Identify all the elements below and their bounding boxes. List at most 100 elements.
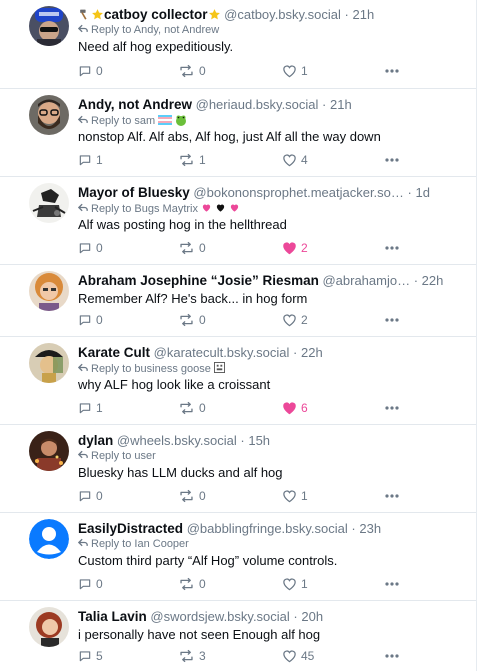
post-header: dylan @wheels.bsky.social · 15h (78, 432, 470, 449)
avatar[interactable] (29, 431, 69, 471)
flag-icon (158, 115, 173, 127)
reply-button[interactable]: 0 (78, 576, 103, 592)
author-name[interactable]: Talia Lavin (78, 609, 147, 624)
repost-icon (178, 649, 195, 663)
post-item[interactable]: catboy collector @catboy.bsky.social · 2… (0, 0, 476, 88)
author-handle[interactable]: @swordsjew.bsky.social (150, 609, 289, 624)
avatar[interactable] (29, 607, 69, 647)
author-name[interactable]: dylan (78, 433, 113, 448)
like-button[interactable]: 45 (282, 648, 314, 664)
post-time[interactable]: 21h (330, 97, 352, 112)
repost-button[interactable]: 1 (178, 152, 206, 168)
reply-context[interactable]: Reply to sam (78, 114, 470, 127)
avatar[interactable] (29, 343, 69, 383)
post-item[interactable]: Talia Lavin @swordsjew.bsky.social · 20h… (0, 600, 476, 671)
author-handle[interactable]: @catboy.bsky.social (224, 7, 341, 22)
like-button[interactable]: 6 (282, 400, 308, 416)
avatar[interactable] (29, 271, 69, 311)
reply-button[interactable]: 0 (78, 488, 103, 504)
more-options-icon[interactable] (384, 576, 400, 592)
avatar[interactable] (29, 6, 69, 46)
separator-dot: · (236, 433, 249, 448)
more-options-icon[interactable] (384, 400, 400, 416)
reply-button[interactable]: 0 (78, 63, 103, 79)
post-header: Talia Lavin @swordsjew.bsky.social · 20h (78, 608, 470, 625)
author-handle[interactable]: @heriaud.bsky.social (196, 97, 319, 112)
like-button-count: 2 (301, 313, 308, 327)
repost-button[interactable]: 3 (178, 648, 206, 664)
separator-dot: · (289, 609, 302, 624)
repost-button[interactable]: 0 (178, 312, 206, 328)
author-name[interactable]: catboy collector (104, 7, 208, 22)
like-button[interactable]: 4 (282, 152, 308, 168)
like-button[interactable]: 2 (282, 240, 308, 256)
author-name[interactable]: Mayor of Bluesky (78, 185, 190, 200)
reply-button-count: 0 (96, 241, 103, 255)
reply-arrow-icon (78, 363, 88, 375)
author-handle[interactable]: @bokononsprophet.meatjacker.so… (193, 185, 403, 200)
author-handle[interactable]: @abrahamjo… (322, 273, 410, 288)
post-time[interactable]: 20h (301, 609, 323, 624)
post-item[interactable]: Mayor of Bluesky @bokononsprophet.meatja… (0, 176, 476, 264)
reply-button[interactable]: 0 (78, 240, 103, 256)
post-time[interactable]: 22h (422, 273, 444, 288)
repost-button[interactable]: 0 (178, 63, 206, 79)
reply-button[interactable]: 0 (78, 312, 103, 328)
author-name[interactable]: Andy, not Andrew (78, 97, 192, 112)
pink-heart-icon (201, 203, 212, 215)
post-item[interactable]: dylan @wheels.bsky.social · 15h Reply to … (0, 424, 476, 512)
reply-button[interactable]: 5 (78, 648, 103, 664)
repost-button[interactable]: 0 (178, 488, 206, 504)
post-item[interactable]: Andy, not Andrew @heriaud.bsky.social · … (0, 88, 476, 176)
reply-arrow-icon (78, 538, 88, 551)
repost-icon (178, 577, 195, 591)
post-time[interactable]: 21h (352, 7, 374, 22)
post-item[interactable]: Karate Cult @karatecult.bsky.social · 22… (0, 336, 476, 424)
author-name[interactable]: Karate Cult (78, 345, 150, 360)
avatar[interactable] (29, 95, 69, 135)
reply-context[interactable]: Reply to Ian Cooper (78, 538, 470, 551)
like-button[interactable]: 1 (282, 576, 308, 592)
avatar[interactable] (29, 519, 69, 559)
repost-button-count: 1 (199, 153, 206, 167)
post-time[interactable]: 23h (359, 521, 381, 536)
more-options-icon[interactable] (384, 312, 400, 328)
post-item[interactable]: Abraham Josephine “Josie” Riesman @abrah… (0, 264, 476, 336)
repost-icon (178, 489, 195, 503)
separator-dot: · (403, 185, 416, 200)
avatar[interactable] (29, 183, 69, 223)
like-button[interactable]: 1 (282, 488, 308, 504)
like-button[interactable]: 2 (282, 312, 308, 328)
author-handle[interactable]: @wheels.bsky.social (117, 433, 237, 448)
post-time[interactable]: 22h (301, 345, 323, 360)
more-options-icon[interactable] (384, 152, 400, 168)
reply-button[interactable]: 1 (78, 152, 103, 168)
author-handle[interactable]: @karatecult.bsky.social (154, 345, 290, 360)
post-text: Remember Alf? He's back... in hog form (78, 291, 308, 306)
more-options-icon[interactable] (384, 240, 400, 256)
like-button-count: 6 (301, 401, 308, 415)
like-button[interactable]: 1 (282, 63, 308, 79)
reply-context[interactable]: Reply to business goose (78, 362, 470, 375)
post-time[interactable]: 15h (248, 433, 270, 448)
author-name[interactable]: EasilyDistracted (78, 521, 183, 536)
frog-icon (175, 115, 187, 127)
post-item[interactable]: EasilyDistracted @babblingfringe.bsky.so… (0, 512, 476, 600)
post-feed: catboy collector @catboy.bsky.social · 2… (0, 0, 477, 671)
repost-button[interactable]: 0 (178, 240, 206, 256)
repost-button[interactable]: 0 (178, 400, 206, 416)
more-options-icon[interactable] (384, 488, 400, 504)
author-name[interactable]: Abraham Josephine “Josie” Riesman (78, 273, 319, 288)
more-options-icon[interactable] (384, 63, 400, 79)
reply-context[interactable]: Reply to Andy, not Andrew (78, 24, 470, 37)
author-handle[interactable]: @babblingfringe.bsky.social (187, 521, 348, 536)
reply-icon (78, 401, 92, 415)
reply-context[interactable]: Reply to user (78, 450, 470, 463)
heart-filled-icon (282, 401, 297, 415)
more-options-icon[interactable] (384, 648, 400, 664)
repost-icon (178, 241, 195, 255)
reply-button[interactable]: 1 (78, 400, 103, 416)
post-time[interactable]: 1d (415, 185, 429, 200)
reply-context[interactable]: Reply to Bugs Maytrix (78, 202, 470, 215)
repost-button[interactable]: 0 (178, 576, 206, 592)
